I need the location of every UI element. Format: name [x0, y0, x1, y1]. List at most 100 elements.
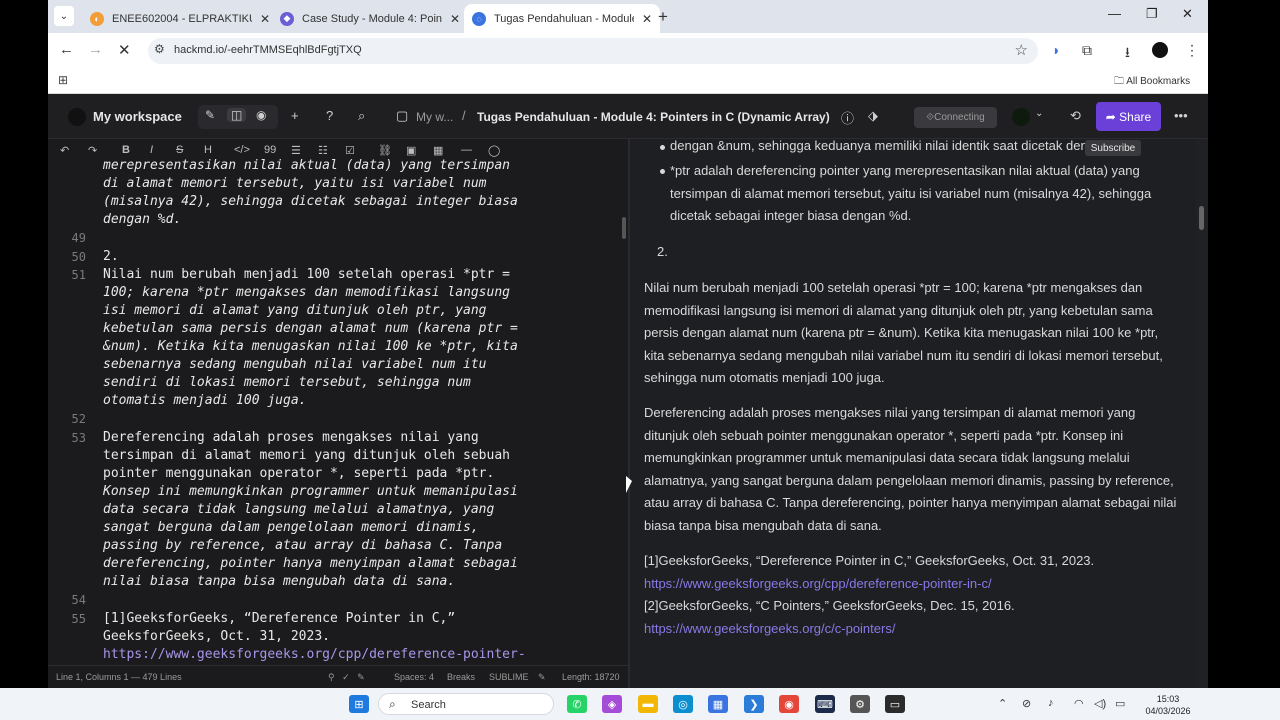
redo-icon[interactable]: ↷	[88, 144, 97, 157]
terminal-icon[interactable]: ▭	[885, 695, 905, 713]
code-line[interactable]: dereferencing, pointer hanya menyimpan a…	[103, 555, 603, 573]
site-info-icon[interactable]: ⚙	[154, 42, 165, 56]
italic-icon[interactable]: I	[150, 144, 153, 156]
back-icon[interactable]: ←	[59, 41, 74, 58]
breaks-setting[interactable]: Breaks	[447, 672, 475, 682]
tab-case-study[interactable]: ◆ Case Study - Module 4: Pointers ✕	[272, 4, 468, 33]
code-line[interactable]: passing by reference, atau array di baha…	[103, 537, 603, 555]
start-icon[interactable]: ⊞	[349, 695, 369, 713]
code-line[interactable]: https://www.geeksforgeeks.org/cpp/derefe…	[103, 646, 603, 664]
restore-icon[interactable]: ❐	[1146, 6, 1158, 22]
history-icon[interactable]: ⟲	[1070, 108, 1081, 124]
link-icon[interactable]: ⛓	[378, 144, 392, 157]
wifi-icon[interactable]: ◠	[1074, 697, 1084, 710]
file-explorer-icon[interactable]: ▬	[638, 695, 658, 713]
checklist-icon[interactable]: ☑	[345, 144, 355, 157]
code-line[interactable]: nilai biasa tanpa bisa mengubah data di …	[103, 573, 603, 591]
stop-icon[interactable]: ✕	[118, 41, 131, 59]
bold-icon[interactable]: B	[122, 144, 130, 156]
store-icon[interactable]: ▦	[708, 695, 728, 713]
code-line[interactable]: sebenarnya sedang mengubah nilai variabe…	[103, 356, 603, 374]
new-note-icon[interactable]: +	[291, 108, 299, 123]
settings-icon[interactable]: ⚙	[850, 695, 870, 713]
code-line[interactable]: kebetulan sama persis dengan alamat num …	[103, 320, 603, 338]
bullet-list-icon[interactable]: ☰	[291, 144, 301, 157]
code-line[interactable]: dengan %d.	[103, 211, 603, 229]
divider-icon[interactable]: —	[461, 144, 472, 156]
tab-elpraktikum[interactable]: ◐ ENEE602004 - ELPRAKTIKUM20 ✕	[82, 4, 278, 33]
workspace-name[interactable]: My workspace	[93, 109, 182, 124]
code-line[interactable]: GeeksforGeeks, Oct. 31, 2023.	[103, 628, 603, 646]
code-line[interactable]: merepresentasikan nilai aktual (data) ya…	[103, 157, 603, 175]
menu-icon[interactable]: ⋮	[1185, 42, 1199, 59]
breadcrumb-workspace[interactable]: My w...	[416, 110, 453, 124]
code-line[interactable]: pointer menggunakan operator *, seperti …	[103, 465, 603, 483]
page-title[interactable]: Tugas Pendahuluan - Module 4: Pointers i…	[477, 110, 830, 124]
search-icon[interactable]: ⌕	[358, 108, 365, 124]
microphone-icon[interactable]: ♪	[1048, 697, 1054, 709]
help-icon[interactable]: ?	[326, 108, 333, 123]
keymap-setting[interactable]: SUBLIME	[489, 672, 529, 682]
workspace-avatar[interactable]	[68, 108, 86, 126]
code-line[interactable]: data secara tidak langsung melalui alama…	[103, 501, 603, 519]
user-avatar[interactable]	[1012, 108, 1030, 126]
info-icon[interactable]: ⓘ	[841, 108, 854, 127]
code-area[interactable]: merepresentasikan nilai aktual (data) ya…	[48, 157, 628, 667]
close-window-icon[interactable]: ✕	[1182, 6, 1193, 22]
code-line[interactable]: di alamat memori tersebut, yaitu isi var…	[103, 175, 603, 193]
view-mode-icon[interactable]: ◉	[256, 108, 266, 122]
code-line[interactable]: tersimpan di alamat memori yang ditunjuk…	[103, 447, 603, 465]
code-line[interactable]: Konsep ini memungkinkan programmer untuk…	[103, 483, 603, 501]
edge-icon[interactable]: ◎	[673, 695, 693, 713]
undo-icon[interactable]: ↶	[60, 144, 69, 157]
tab-search-button[interactable]: ⌄	[54, 6, 74, 26]
address-bar[interactable]: ⚙ hackmd.io/-eehrTMMSEqhlBdFgtjTXQ ☆	[148, 38, 1038, 64]
strikethrough-icon[interactable]: S	[176, 144, 183, 156]
preview-scroll-thumb[interactable]	[1199, 206, 1204, 230]
code-line[interactable]: 100; karena *ptr mengakses dan memodifik…	[103, 284, 603, 302]
taskbar-search[interactable]: ⌕ Search	[378, 693, 554, 715]
tag-icon[interactable]: ⬗	[868, 108, 878, 124]
split-mode-icon[interactable]: ◫	[227, 108, 247, 122]
code-line[interactable]: sangat berguna dalam pengelolaan memori …	[103, 519, 603, 537]
chevron-down-icon[interactable]: ⌄	[1035, 108, 1043, 119]
chrome-icon[interactable]: ◉	[779, 695, 799, 713]
reference-link[interactable]: https://www.geeksforgeeks.org/cpp/derefe…	[644, 576, 992, 591]
extensions-icon[interactable]: ⧉	[1082, 42, 1092, 59]
download-icon[interactable]: ⭳	[1125, 42, 1130, 66]
image-icon[interactable]: ▣	[406, 144, 416, 157]
code-line[interactable]: Dereferencing adalah proses mengakses ni…	[103, 429, 603, 447]
close-tab-icon[interactable]: ✕	[260, 12, 270, 26]
code-line[interactable]: &num). Ketika kita menugaskan nilai 100 …	[103, 338, 603, 356]
battery-icon[interactable]: ▭	[1115, 697, 1125, 710]
close-tab-icon[interactable]: ✕	[642, 12, 652, 26]
all-bookmarks[interactable]: 🗀 All Bookmarks	[1114, 74, 1190, 91]
cast-icon[interactable]: ◗	[1052, 42, 1060, 58]
bookmark-star-icon[interactable]: ☆	[1015, 41, 1028, 59]
whatsapp-icon[interactable]: ✆	[567, 695, 587, 713]
volume-icon[interactable]: ◁)	[1094, 697, 1106, 710]
code-line[interactable]: sendiri di lokasi memori tersebut, sehin…	[103, 374, 603, 392]
minimize-icon[interactable]: —	[1108, 6, 1121, 21]
network-off-icon[interactable]: ⊘	[1022, 697, 1031, 710]
edit-mode-icon[interactable]: ✎	[205, 108, 215, 122]
forward-icon[interactable]: →	[88, 41, 103, 58]
code-line[interactable]: (misalnya 42), sehingga dicetak sebagai …	[103, 193, 603, 211]
apps-grid-icon[interactable]: ⊞	[58, 73, 68, 87]
close-tab-icon[interactable]: ✕	[450, 12, 460, 26]
url-text[interactable]: hackmd.io/-eehrTMMSEqhlBdFgtjTXQ	[174, 44, 362, 56]
editor-scrollbar[interactable]	[622, 217, 626, 239]
share-button[interactable]: ➦ Share	[1096, 102, 1161, 131]
show-hidden-icons[interactable]: ⌃	[998, 697, 1007, 710]
profile-avatar[interactable]	[1152, 42, 1168, 58]
quote-icon[interactable]: 99	[264, 144, 276, 156]
comment-icon[interactable]: ◯	[488, 144, 500, 157]
code-line[interactable]: Nilai num berubah menjadi 100 setelah op…	[103, 266, 603, 284]
heading-icon[interactable]: H	[204, 144, 212, 156]
code-icon[interactable]: </>	[234, 144, 250, 156]
code-line[interactable]: isi memori di alamat yang ditunjuk oleh …	[103, 302, 603, 320]
markdown-editor[interactable]: ↶ ↷ B I S H </> 99 ☰ ☷ ☑ ⛓ ▣ ▦ — ◯ merep…	[48, 139, 628, 688]
devcpp-icon[interactable]: ⌨	[815, 695, 835, 713]
code-line[interactable]: 2.	[103, 248, 603, 266]
copilot-icon[interactable]: ◈	[602, 695, 622, 713]
